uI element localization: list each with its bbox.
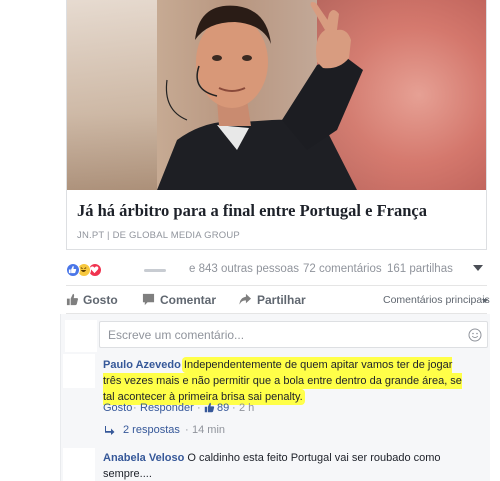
comment-author[interactable]: Paulo Azevedo [103,359,181,371]
comment-reply-link[interactable]: Responder [140,402,194,414]
comment-body: Paulo Azevedo Independentemente de quem … [103,357,473,405]
article-source: JN.PT | DE GLOBAL MEDIA GROUP [77,230,240,241]
comments-count[interactable]: 72 comentários [303,263,382,275]
comment-icon [142,293,155,306]
replies-timestamp: 14 min [192,424,226,436]
article-photo[interactable] [67,0,486,190]
reply-arrow-icon [105,426,115,435]
post-options-chevron-icon[interactable] [473,265,483,271]
comment-sort-dropdown[interactable]: Comentários principais [383,294,490,306]
post-action-bar: Gosto Comentar Partilhar Comentários pri… [66,290,490,310]
divider [66,285,487,286]
commenter-avatar[interactable] [63,354,95,388]
shares-count[interactable]: 161 partilhas [387,263,453,275]
share-arrow-icon [239,293,252,305]
thumbs-up-icon [66,293,79,306]
comment-like-count[interactable]: 89 [217,402,229,414]
like-button-label: Gosto [83,293,118,307]
comment-composer[interactable] [99,321,488,348]
comment-author[interactable]: Anabela Veloso [103,452,184,464]
view-replies[interactable]: 2 respostas · 14 min [105,424,305,438]
comment: Anabela Veloso O caldinho esta feito Por… [103,450,483,481]
comment-button-label: Comentar [160,293,217,307]
reactions-summary: e 843 outras pessoas 72 comentários 161 … [66,260,487,280]
comment-input[interactable] [108,327,448,343]
emoji-smiley-icon[interactable] [468,328,482,342]
redacted-names [144,269,166,272]
like-reaction-icon[interactable] [66,263,80,277]
separator: · [197,402,201,414]
reactions-count[interactable]: e 843 outras pessoas [189,263,299,275]
separator: · [232,402,236,414]
separator: · [133,402,137,414]
link-preview-card[interactable]: Já há árbitro para a final entre Portuga… [66,0,487,250]
referee-figure [157,2,363,190]
replies-count-link[interactable]: 2 respostas [123,424,180,436]
sort-chevron-down-icon[interactable] [482,299,488,303]
current-user-avatar[interactable] [65,320,97,352]
comment-like-count-icon [204,402,215,413]
share-button-label: Partilhar [257,293,306,307]
separator: · [185,424,189,436]
comment-timestamp[interactable]: 2 h [239,402,254,414]
comments-section: Paulo Azevedo Independentemente de quem … [60,314,490,481]
article-title[interactable]: Já há árbitro para a final entre Portuga… [77,201,427,221]
comment-like-link[interactable]: Gosto [103,402,132,414]
commenter-avatar[interactable] [63,448,95,481]
